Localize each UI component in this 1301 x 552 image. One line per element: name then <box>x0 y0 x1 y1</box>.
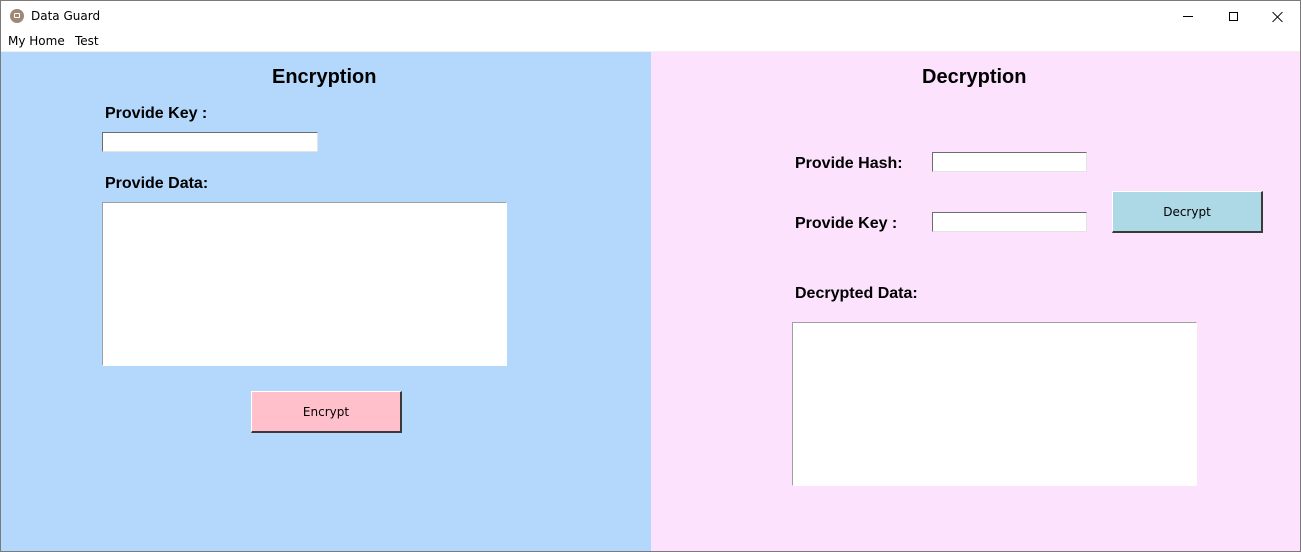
decryption-hash-input[interactable] <box>932 152 1087 172</box>
close-icon <box>1272 11 1284 23</box>
title-bar[interactable]: Data Guard <box>1 1 1300 32</box>
window-title: Data Guard <box>31 9 101 23</box>
menu-bar: My Home Test <box>1 32 1300 52</box>
encryption-panel: Encryption Provide Key : Provide Data: E… <box>1 52 651 551</box>
decrypted-data-textarea[interactable] <box>792 322 1197 486</box>
app-window: Data Guard My Home Test Encryption Provi… <box>0 0 1301 552</box>
encrypt-button[interactable]: Encrypt <box>251 391 402 433</box>
decryption-key-label: Provide Key : <box>795 215 898 232</box>
minimize-icon <box>1183 16 1193 17</box>
maximize-icon <box>1228 12 1238 21</box>
decryption-hash-label: Provide Hash: <box>795 155 903 172</box>
decryption-panel: Decryption Provide Hash: Provide Key : D… <box>651 52 1300 551</box>
maximize-button[interactable] <box>1210 1 1256 32</box>
decrypted-data-label: Decrypted Data: <box>795 285 918 302</box>
encryption-key-input[interactable] <box>102 132 318 152</box>
encryption-data-label: Provide Data: <box>105 175 209 192</box>
close-button[interactable] <box>1255 1 1300 32</box>
decryption-key-input[interactable] <box>932 212 1087 232</box>
decryption-heading: Decryption <box>922 66 1027 88</box>
app-icon <box>10 9 24 23</box>
minimize-button[interactable] <box>1165 1 1211 32</box>
menu-item-test[interactable]: Test <box>75 34 99 48</box>
encryption-data-textarea[interactable] <box>102 202 507 366</box>
encryption-key-label: Provide Key : <box>105 105 208 122</box>
menu-item-my-home[interactable]: My Home <box>8 34 65 48</box>
encryption-heading: Encryption <box>272 66 377 88</box>
decrypt-button[interactable]: Decrypt <box>1112 191 1263 233</box>
